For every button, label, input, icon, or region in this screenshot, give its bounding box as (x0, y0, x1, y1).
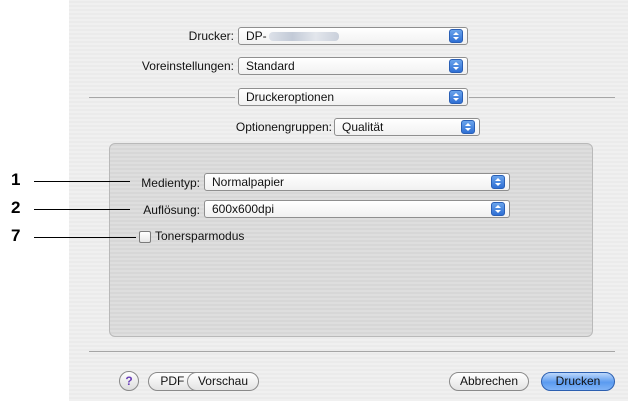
pane-value: Druckeroptionen (246, 90, 335, 104)
pane-separator-right (469, 97, 615, 98)
printer-label: Drucker: (188, 29, 234, 43)
popup-arrows-icon (491, 175, 505, 189)
option-groups-popup[interactable]: Qualität (334, 118, 480, 136)
popup-arrows-icon (461, 120, 475, 134)
preview-button[interactable]: Vorschau (187, 372, 259, 391)
printer-name-blur (268, 32, 339, 42)
pane-separator-left (89, 97, 235, 98)
presets-popup[interactable]: Standard (238, 57, 468, 75)
popup-arrows-icon (491, 202, 505, 216)
printer-value: DP- (246, 29, 267, 43)
media-type-label: Medientyp: (141, 176, 200, 190)
callout-number: 7 (11, 226, 21, 245)
callout-line (34, 237, 136, 238)
resolution-popup[interactable]: 600x600dpi (204, 200, 510, 218)
media-type-popup[interactable]: Normalpapier (204, 173, 510, 191)
toner-save-checkbox[interactable] (139, 231, 151, 243)
resolution-value: 600x600dpi (212, 202, 275, 216)
print-button[interactable]: Drucken (541, 372, 615, 391)
media-type-value: Normalpapier (212, 175, 285, 189)
callout-line (34, 209, 130, 210)
help-button[interactable]: ? (119, 371, 139, 391)
popup-arrows-icon (449, 90, 463, 104)
callout-number: 2 (11, 198, 21, 217)
cancel-button[interactable]: Abbrechen (449, 372, 529, 391)
popup-arrows-icon (449, 59, 463, 73)
presets-value: Standard (246, 59, 295, 73)
footer-separator (89, 351, 615, 352)
callout-line (34, 181, 130, 182)
presets-label: Voreinstellungen: (141, 59, 234, 73)
option-groups-value: Qualität (342, 120, 384, 134)
popup-arrows-icon (449, 29, 463, 43)
printer-popup[interactable]: DP- (238, 27, 468, 45)
resolution-label: Auflösung: (143, 203, 200, 217)
pane-popup[interactable]: Druckeroptionen (238, 88, 468, 106)
option-groups-label: Optionengruppen: (235, 120, 332, 134)
toner-save-label: Tonersparmodus (155, 229, 245, 243)
callout-number: 1 (11, 170, 21, 189)
